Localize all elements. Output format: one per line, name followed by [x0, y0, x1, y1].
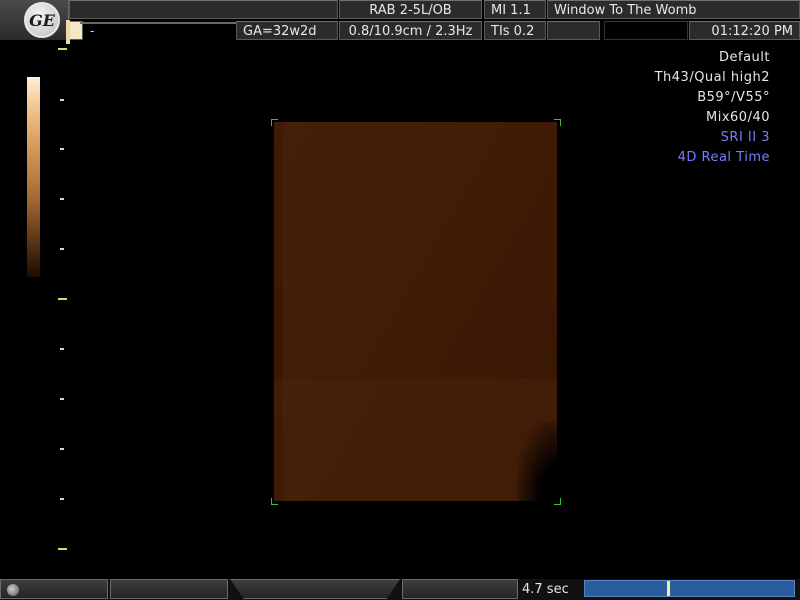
roi-corner-top-left [271, 119, 278, 126]
roi-corner-bottom-left [271, 498, 278, 505]
depth-tick [60, 448, 64, 450]
depth-tick [60, 398, 64, 400]
color-map-bar [27, 77, 40, 277]
gestational-age: GA=32w2d [236, 21, 338, 40]
depth-frequency: 0.8/10.9cm / 2.3Hz [339, 21, 482, 40]
softkey-2[interactable] [230, 579, 400, 599]
header-divider [80, 22, 240, 24]
roi-corner-top-right [554, 119, 561, 126]
depth-tick [60, 498, 64, 500]
depth-tick [60, 348, 64, 350]
acquisition-mode: 4D Real Time [677, 150, 770, 165]
exam-title: Window To The Womb [547, 0, 800, 19]
header-dash: - [90, 24, 95, 38]
volume-angles: B59°/V55° [697, 90, 770, 105]
depth-tick [58, 48, 67, 50]
depth-scale [58, 0, 72, 600]
cine-duration: 4.7 sec [522, 582, 569, 597]
clock: 01:12:20 PM [689, 21, 800, 40]
threshold-quality: Th43/Qual high2 [654, 70, 770, 85]
record-button[interactable] [0, 579, 108, 599]
header-bar: GE RAB 2-5L/OB MI 1.1 Window To The Womb… [0, 0, 800, 46]
preset-label: Default [719, 50, 770, 65]
roi-corner-bottom-right [554, 498, 561, 505]
depth-tick [60, 148, 64, 150]
depth-tick [58, 548, 67, 550]
3d-render-image[interactable] [274, 122, 557, 501]
ge-logo-icon: GE [24, 2, 60, 38]
header-blank-cell-3 [604, 21, 688, 40]
probe-preset-label[interactable]: RAB 2-5L/OB [339, 0, 482, 19]
depth-tick [60, 248, 64, 250]
render-settings-panel: Default Th43/Qual high2 B59°/V55° Mix60/… [655, 48, 770, 168]
depth-tick [60, 99, 64, 101]
softkey-3[interactable] [402, 579, 518, 599]
mix-ratio: Mix60/40 [706, 110, 770, 125]
sri-level: SRI II 3 [720, 130, 770, 145]
tis-value: TIs 0.2 [484, 21, 546, 40]
depth-tick [58, 298, 67, 300]
depth-tick [60, 198, 64, 200]
cine-cursor[interactable] [667, 581, 670, 596]
softkey-1[interactable] [110, 579, 228, 599]
mi-value: MI 1.1 [484, 0, 546, 19]
cine-loop-bar[interactable] [584, 580, 795, 597]
header-blank-cell-2 [547, 21, 600, 40]
record-icon [7, 584, 19, 596]
header-blank-cell [69, 0, 338, 19]
